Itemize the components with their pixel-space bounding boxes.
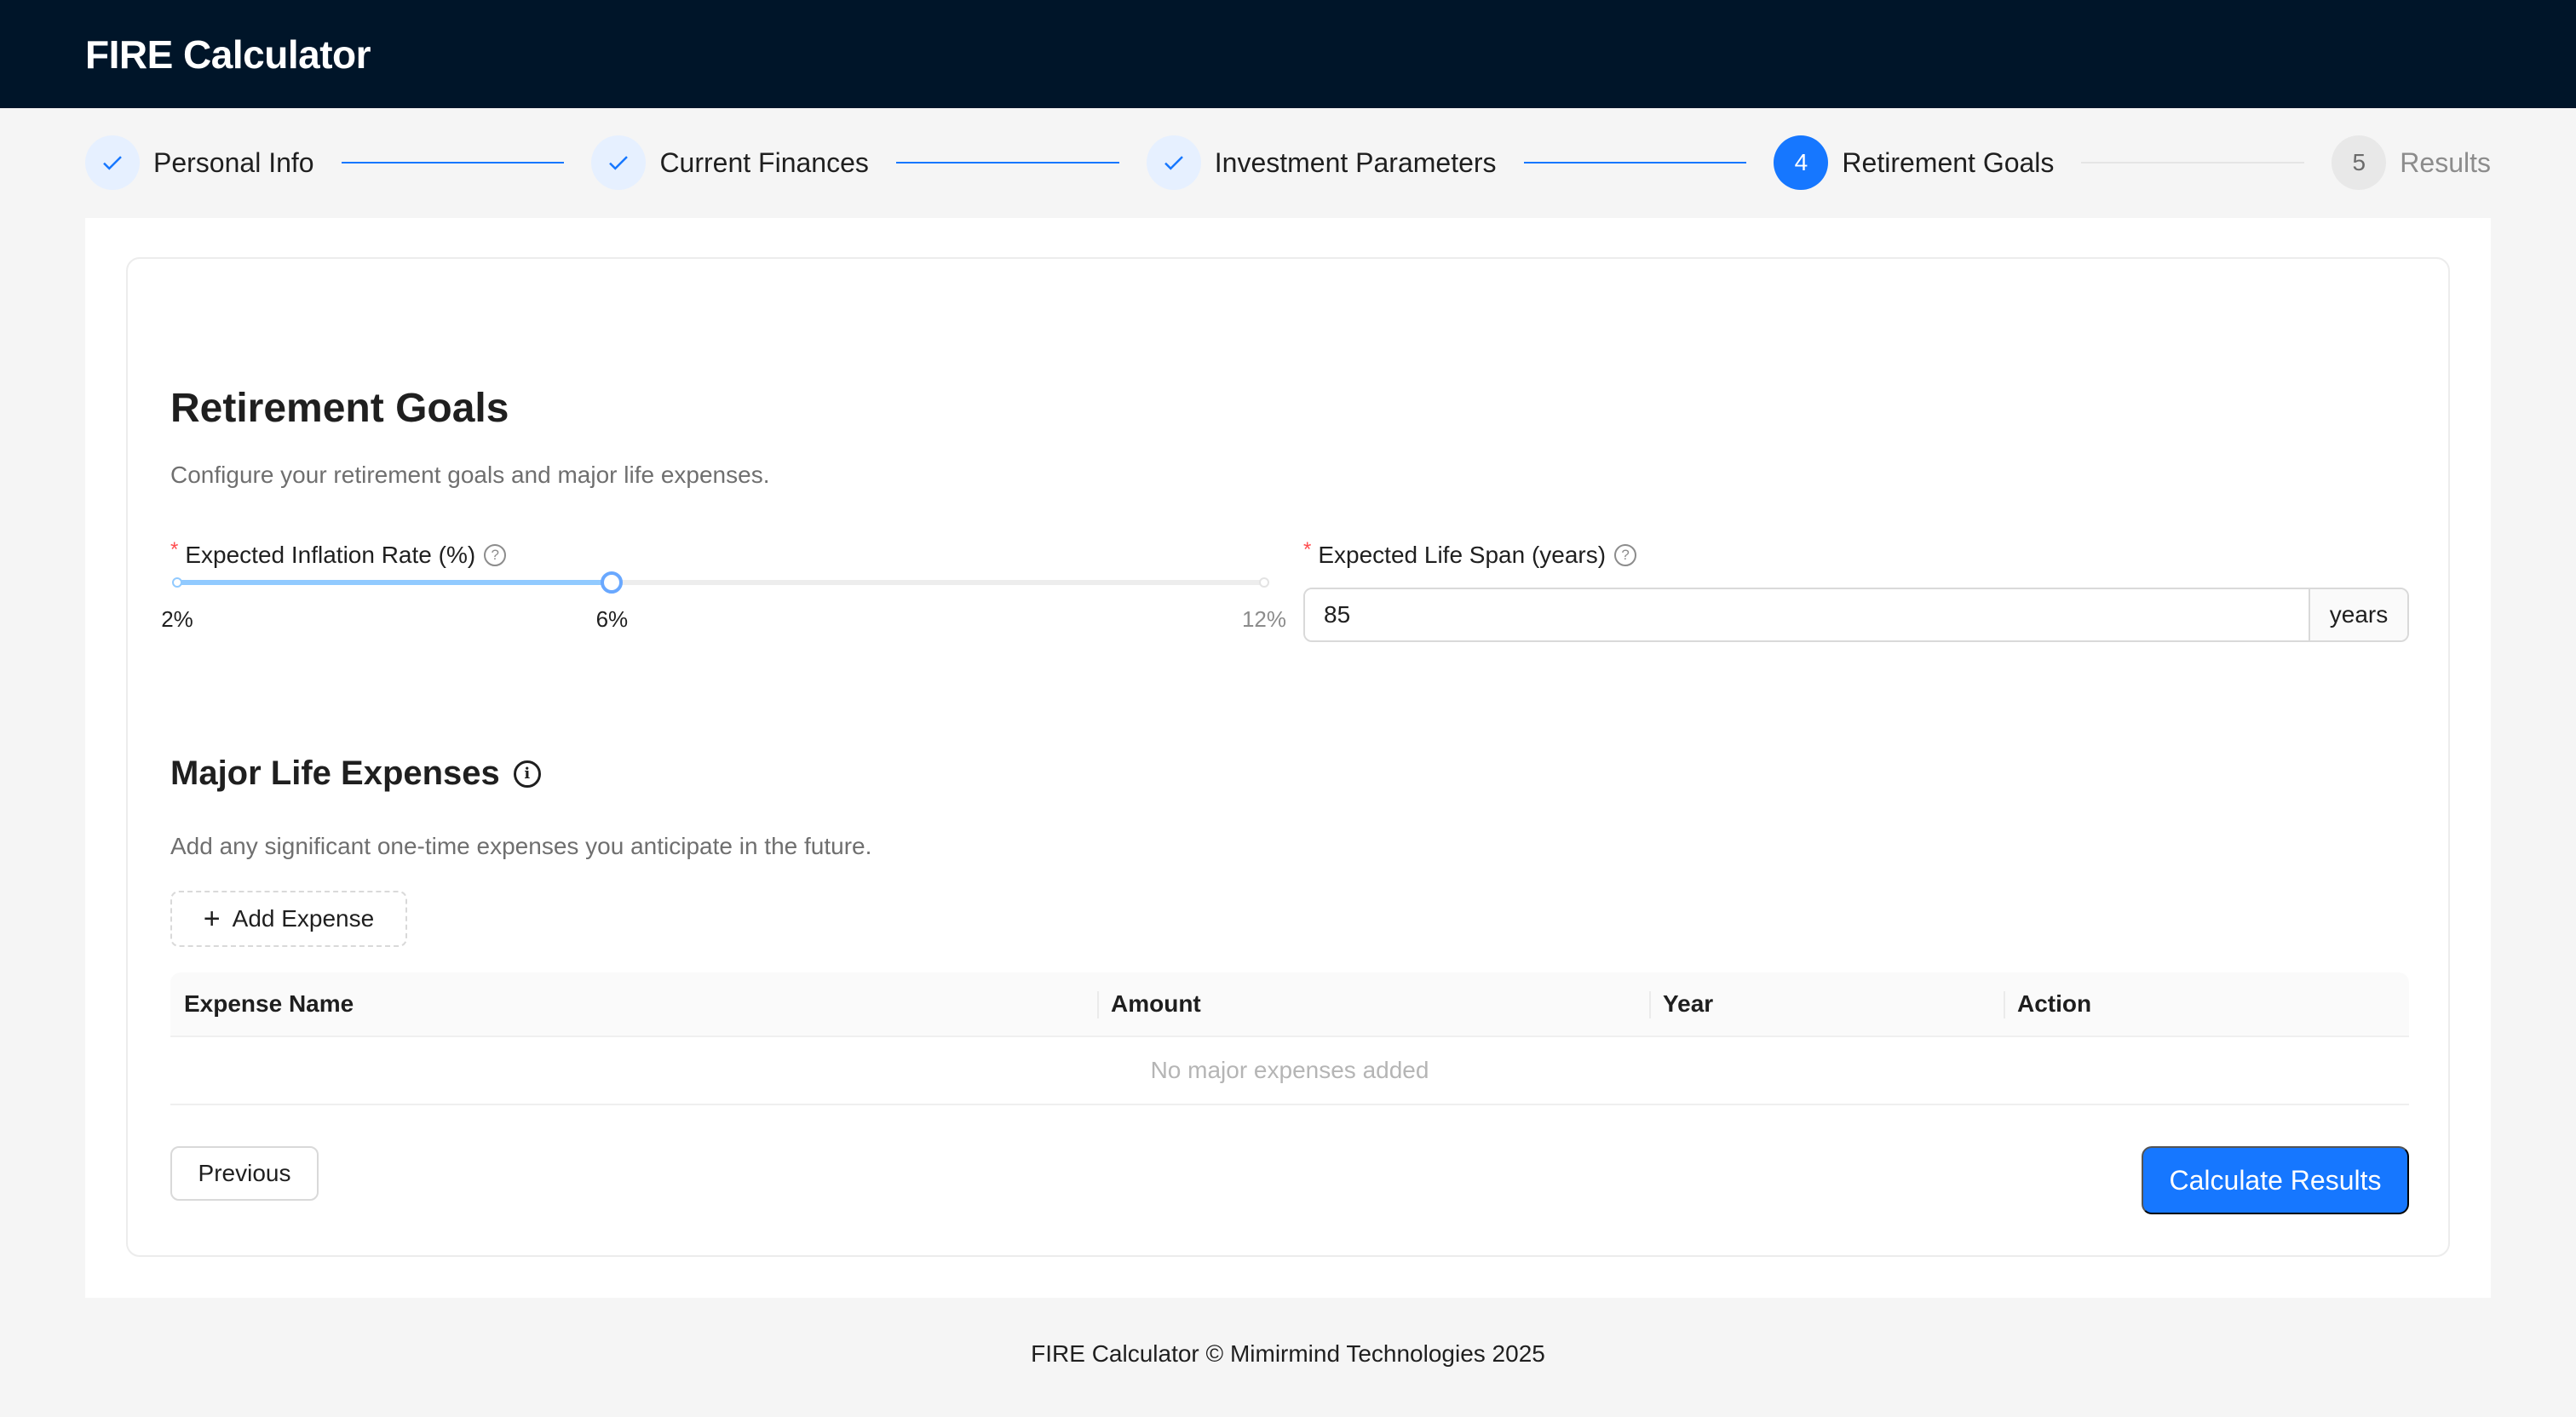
step-label: Current Finances bbox=[659, 146, 869, 178]
life-span-label: * Expected Life Span (years) ? bbox=[1303, 538, 1637, 569]
check-icon bbox=[1146, 135, 1201, 190]
slider-dot-max bbox=[1259, 577, 1269, 588]
step-investment-parameters[interactable]: Investment Parameters bbox=[1146, 135, 1497, 191]
retirement-goals-card: Retirement Goals Configure your retireme… bbox=[126, 257, 2450, 1257]
question-icon[interactable]: ? bbox=[484, 544, 507, 566]
step-connector bbox=[341, 162, 565, 164]
step-results[interactable]: 5 Results bbox=[2332, 135, 2491, 191]
step-connector bbox=[2081, 162, 2305, 164]
app-title: FIRE Calculator bbox=[85, 32, 371, 77]
info-icon[interactable]: i bbox=[513, 760, 541, 788]
step-label: Results bbox=[2400, 146, 2491, 178]
life-span-input-group: years bbox=[1303, 588, 2409, 642]
question-icon[interactable]: ? bbox=[1614, 544, 1637, 566]
column-header-amount: Amount bbox=[1097, 972, 1649, 1036]
column-header-action: Action bbox=[2004, 972, 2409, 1036]
step-connector bbox=[1523, 162, 1747, 164]
check-icon bbox=[591, 135, 647, 190]
step-label: Investment Parameters bbox=[1214, 146, 1497, 178]
slider-mark-max: 12% bbox=[1241, 606, 1287, 632]
main-panel: Retirement Goals Configure your retireme… bbox=[85, 218, 2491, 1298]
slider-track bbox=[177, 580, 612, 585]
add-expense-button[interactable]: + Add Expense bbox=[170, 891, 407, 947]
years-addon: years bbox=[2309, 589, 2407, 640]
inflation-rate-slider[interactable] bbox=[172, 565, 1269, 600]
required-mark: * bbox=[170, 538, 179, 561]
step-label: Personal Info bbox=[153, 146, 314, 178]
progress-steps: Personal Info Current Finances Investmen… bbox=[85, 135, 2491, 191]
page-description: Configure your retirement goals and majo… bbox=[170, 462, 770, 488]
page-title: Retirement Goals bbox=[170, 386, 509, 431]
step-label: Retirement Goals bbox=[1842, 146, 2055, 178]
slider-mark-min: 2% bbox=[161, 606, 193, 632]
step-number: 5 bbox=[2332, 135, 2387, 190]
step-retirement-goals[interactable]: 4 Retirement Goals bbox=[1774, 135, 2054, 191]
slider-dot-min bbox=[172, 577, 182, 588]
table-empty-state: No major expenses added bbox=[170, 1037, 2409, 1105]
expenses-table: Expense Name Amount Year Action No major… bbox=[170, 972, 2409, 1105]
plus-icon: + bbox=[203, 902, 221, 935]
check-icon bbox=[85, 135, 140, 190]
major-life-expenses-heading: Major Life Expenses i bbox=[170, 754, 541, 793]
life-span-label-text: Expected Life Span (years) bbox=[1318, 542, 1607, 568]
previous-button[interactable]: Previous bbox=[170, 1146, 319, 1201]
major-life-expenses-title: Major Life Expenses bbox=[170, 754, 500, 792]
table-header: Expense Name Amount Year Action bbox=[170, 972, 2409, 1037]
calculate-results-button[interactable]: Calculate Results bbox=[2142, 1146, 2409, 1214]
major-life-expenses-description: Add any significant one-time expenses yo… bbox=[170, 833, 872, 859]
footer: FIRE Calculator © Mimirmind Technologies… bbox=[1031, 1340, 1545, 1367]
slider-mark-value: 6% bbox=[595, 606, 629, 632]
add-expense-label: Add Expense bbox=[232, 905, 375, 932]
column-header-year: Year bbox=[1649, 972, 2004, 1036]
slider-handle[interactable] bbox=[601, 571, 624, 594]
life-span-input[interactable] bbox=[1305, 589, 2309, 640]
step-current-finances[interactable]: Current Finances bbox=[591, 135, 869, 191]
app-header: FIRE Calculator bbox=[0, 0, 2576, 108]
step-number: 4 bbox=[1774, 135, 1829, 190]
column-header-expense-name: Expense Name bbox=[184, 990, 354, 1017]
required-mark: * bbox=[1303, 538, 1312, 561]
step-personal-info[interactable]: Personal Info bbox=[85, 135, 314, 191]
step-connector bbox=[895, 162, 1119, 164]
